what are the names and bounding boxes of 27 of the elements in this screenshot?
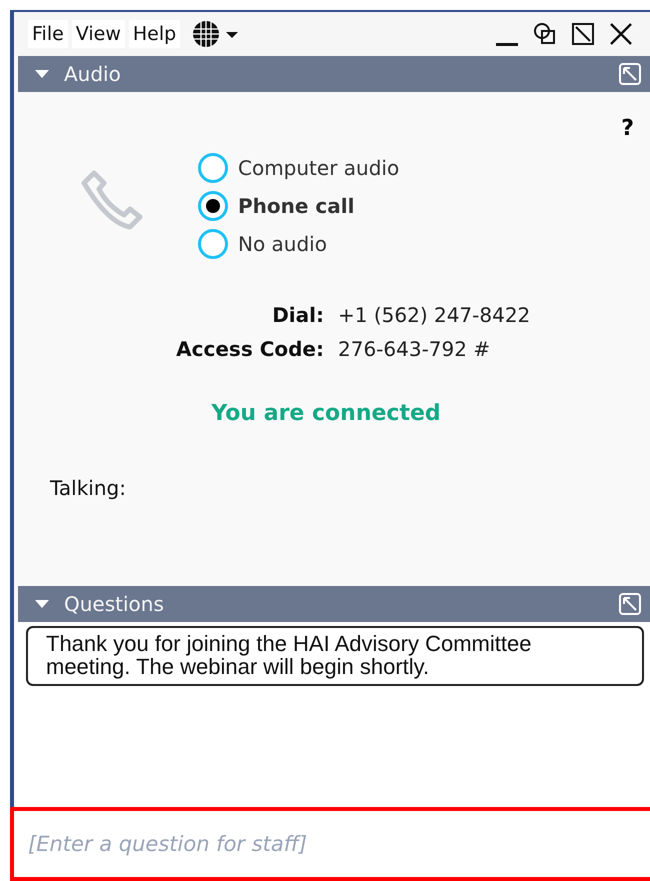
menu-item[interactable]: View: [72, 20, 125, 48]
collapse-icon[interactable]: [34, 69, 50, 79]
questions-panel-header[interactable]: Questions: [18, 586, 650, 622]
talking-label: Talking:: [50, 476, 127, 500]
question-input[interactable]: [Enter a question for staff]: [10, 807, 650, 881]
detail-value: +1 (562) 247-8422: [338, 303, 532, 327]
radio-label[interactable]: No audio: [238, 232, 327, 256]
connection-status: You are connected: [211, 401, 441, 426]
collapse-icon[interactable]: [34, 599, 50, 609]
radio-button[interactable]: [198, 191, 228, 221]
audio-panel-header[interactable]: Audio: [18, 56, 650, 92]
undock-icon[interactable]: [618, 592, 642, 616]
radio-button[interactable]: [198, 153, 228, 183]
detail-label: Dial:: [271, 303, 324, 327]
menu-item[interactable]: File: [28, 20, 68, 48]
detail-value: 276-643-792 #: [338, 337, 492, 361]
radio-button[interactable]: [198, 229, 228, 259]
panel-title: Audio: [64, 62, 122, 86]
undock-icon[interactable]: [618, 62, 642, 86]
panel-title: Questions: [64, 592, 165, 616]
menu-item[interactable]: Help: [128, 20, 180, 48]
radio-label[interactable]: Computer audio: [238, 156, 400, 180]
detail-label: Access Code:: [175, 337, 324, 361]
help-icon[interactable]: ?: [621, 116, 634, 141]
radio-label[interactable]: Phone call: [238, 194, 354, 218]
message-bubble: Thank you for joining the HAI Advisory Committee meeting. The webinar will begin shortly.: [26, 626, 644, 686]
minimize-icon: [496, 42, 518, 46]
